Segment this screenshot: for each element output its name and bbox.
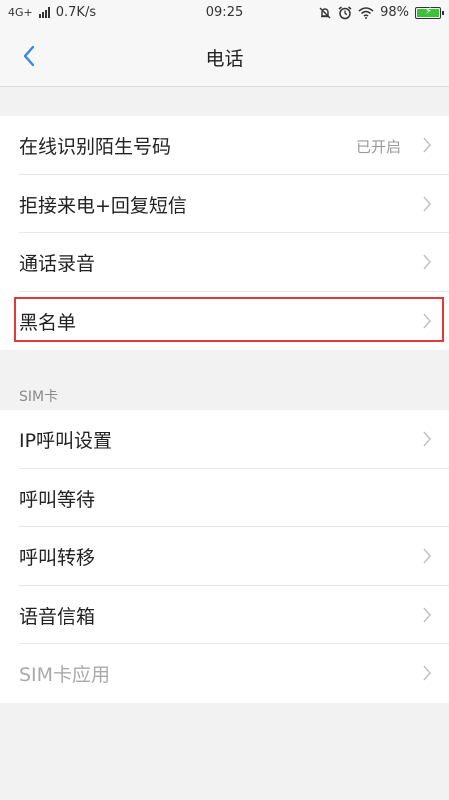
chevron-right-icon <box>423 548 432 564</box>
chevron-right-icon <box>423 195 432 212</box>
list-item-label: 拒接来电+回复短信 <box>19 194 187 217</box>
list-item-reject-sms[interactable]: 拒接来电+回复短信 <box>0 175 449 233</box>
list-item-label: 黑名单 <box>19 311 77 334</box>
chevron-right-icon <box>423 312 432 329</box>
list-item-call-forwarding[interactable]: 呼叫转移 <box>0 527 449 586</box>
list-item-blacklist[interactable]: 黑名单 <box>0 292 449 351</box>
list-item-voicemail[interactable]: 语音信箱 <box>0 586 449 644</box>
wifi-icon <box>358 6 374 19</box>
list-item-label: 呼叫等待 <box>19 488 96 511</box>
list-item-call-waiting[interactable]: 呼叫等待 <box>0 469 449 527</box>
sim-settings-group: IP呼叫设置 呼叫等待 呼叫转移 语音信箱 SIM卡应用 <box>0 410 449 703</box>
alarm-off-icon <box>319 7 331 18</box>
list-item-label: 在线识别陌生号码 <box>19 136 172 158</box>
list-item-label: 呼叫转移 <box>19 547 96 569</box>
battery-percent: 98% <box>380 5 409 20</box>
chevron-right-icon <box>423 665 432 681</box>
list-item-stranger-id[interactable]: 在线识别陌生号码 已开启 <box>0 116 449 175</box>
battery-charging-icon: ⚡ <box>415 6 444 19</box>
section-header-sim: SIM卡 <box>19 389 59 405</box>
status-value: 已开启 <box>355 138 401 156</box>
list-item-sim-apps[interactable]: SIM卡应用 <box>0 644 449 703</box>
list-item-label: 通话录音 <box>19 253 96 275</box>
page-title: 电话 <box>205 48 244 70</box>
status-right: 98% ⚡ <box>318 5 444 20</box>
alarm-clock-icon <box>338 5 352 19</box>
status-bar: 4G+ 0.7K/s 09:25 98% ⚡ <box>0 0 449 26</box>
list-item-label: 语音信箱 <box>19 605 96 628</box>
navigation-bar: 电话 <box>0 26 449 87</box>
list-item-call-recording[interactable]: 通话录音 <box>0 233 449 292</box>
phone-settings-group: 在线识别陌生号码 已开启 拒接来电+回复短信 通话录音 黑名单 <box>0 116 449 350</box>
list-item-ip-call[interactable]: IP呼叫设置 <box>0 410 449 469</box>
chevron-right-icon <box>423 431 432 447</box>
list-item-label: IP呼叫设置 <box>19 430 113 452</box>
chevron-right-icon <box>423 137 432 153</box>
chevron-right-icon <box>423 606 432 623</box>
list-item-label: SIM卡应用 <box>19 664 111 686</box>
chevron-right-icon <box>423 254 432 270</box>
